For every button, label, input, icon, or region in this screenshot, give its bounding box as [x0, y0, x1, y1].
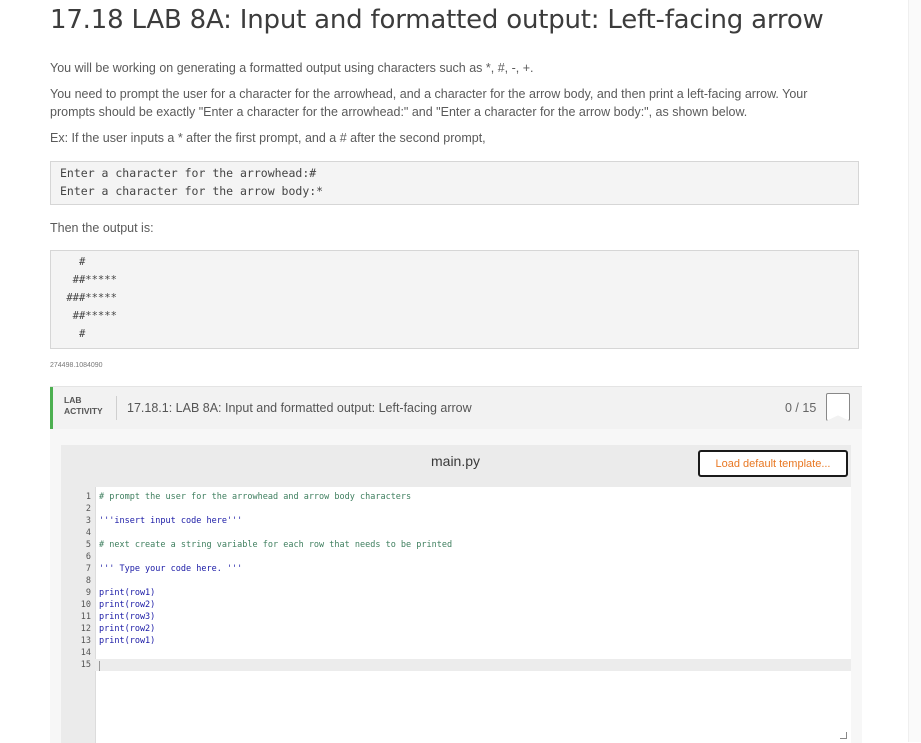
lab-tag-line: ACTIVITY — [64, 406, 103, 416]
lab-header: LAB ACTIVITY 17.18.1: LAB 8A: Input and … — [50, 387, 862, 429]
code-line[interactable]: print(row1) — [99, 587, 155, 599]
line-number: 15 — [80, 660, 91, 670]
line-number: 8 — [85, 576, 91, 586]
line-number: 13 — [80, 636, 91, 646]
lab-tag-line: LAB — [64, 395, 82, 405]
code-editor-panel: main.py Load default template... 1 2 3 4… — [61, 445, 851, 743]
line-number: 7 — [85, 564, 91, 574]
resize-handle-icon[interactable] — [840, 732, 847, 739]
line-number: 3 — [85, 516, 91, 526]
page-scrollbar[interactable] — [908, 0, 921, 742]
example-output-line: ##***** — [60, 310, 117, 322]
line-number: 5 — [85, 540, 91, 550]
example-input-line: Enter a character for the arrowhead:# — [60, 166, 317, 180]
page-title: 17.18 LAB 8A: Input and formatted output… — [50, 5, 824, 35]
line-number: 12 — [80, 624, 91, 634]
code-editor[interactable]: 1 2 3 4 5 6 7 8 9 10 11 12 13 14 15 # pr… — [61, 487, 851, 743]
lab-activity: LAB ACTIVITY 17.18.1: LAB 8A: Input and … — [50, 386, 862, 743]
line-number: 9 — [85, 588, 91, 598]
content-id: 274498.1084090 — [50, 362, 103, 369]
code-line[interactable]: '''insert input code here''' — [99, 515, 242, 527]
line-number: 1 — [85, 492, 91, 502]
code-line[interactable]: # prompt the user for the arrowhead and … — [99, 491, 411, 503]
active-line-highlight — [95, 659, 851, 671]
line-number: 11 — [80, 612, 91, 622]
text-cursor — [99, 661, 100, 671]
output-intro: Then the output is: — [50, 221, 154, 235]
example-input-line: Enter a character for the arrow body:* — [60, 184, 324, 198]
line-number: 10 — [80, 600, 91, 610]
lab-accent-bar — [50, 387, 53, 429]
example-output-line: ##***** — [60, 274, 117, 286]
score-label: 0 / 15 — [785, 401, 817, 415]
lab-activity-tag: LAB ACTIVITY — [64, 395, 103, 417]
example-output-box: # ##***** ###***** ##***** # — [50, 250, 859, 349]
code-line[interactable]: print(row1) — [99, 635, 155, 647]
line-number-gutter: 1 2 3 4 5 6 7 8 9 10 11 12 13 14 15 — [61, 487, 96, 743]
completion-badge-icon — [826, 393, 850, 421]
intro-paragraph: You will be working on generating a form… — [50, 61, 534, 75]
line-number: 2 — [85, 504, 91, 514]
code-line[interactable]: # next create a string variable for each… — [99, 539, 452, 551]
example-input-box: Enter a character for the arrowhead:# En… — [50, 161, 859, 205]
example-output-line: # — [60, 328, 86, 340]
divider — [116, 396, 117, 420]
example-output-line: ###***** — [60, 292, 117, 304]
code-line[interactable]: print(row2) — [99, 599, 155, 611]
example-output-line: # — [60, 256, 86, 268]
instructions-line-2: prompts should be exactly "Enter a chara… — [50, 105, 748, 119]
line-number: 6 — [85, 552, 91, 562]
code-line[interactable]: print(row2) — [99, 623, 155, 635]
file-name: main.py — [431, 453, 481, 469]
code-line[interactable]: print(row3) — [99, 611, 155, 623]
instructions-line-1: You need to prompt the user for a charac… — [50, 87, 808, 101]
lab-title: 17.18.1: LAB 8A: Input and formatted out… — [127, 401, 472, 415]
load-default-template-button[interactable]: Load default template... — [698, 450, 848, 477]
line-number: 14 — [80, 648, 91, 658]
line-number: 4 — [85, 528, 91, 538]
example-intro: Ex: If the user inputs a * after the fir… — [50, 131, 486, 145]
code-line[interactable]: ''' Type your code here. ''' — [99, 563, 242, 575]
